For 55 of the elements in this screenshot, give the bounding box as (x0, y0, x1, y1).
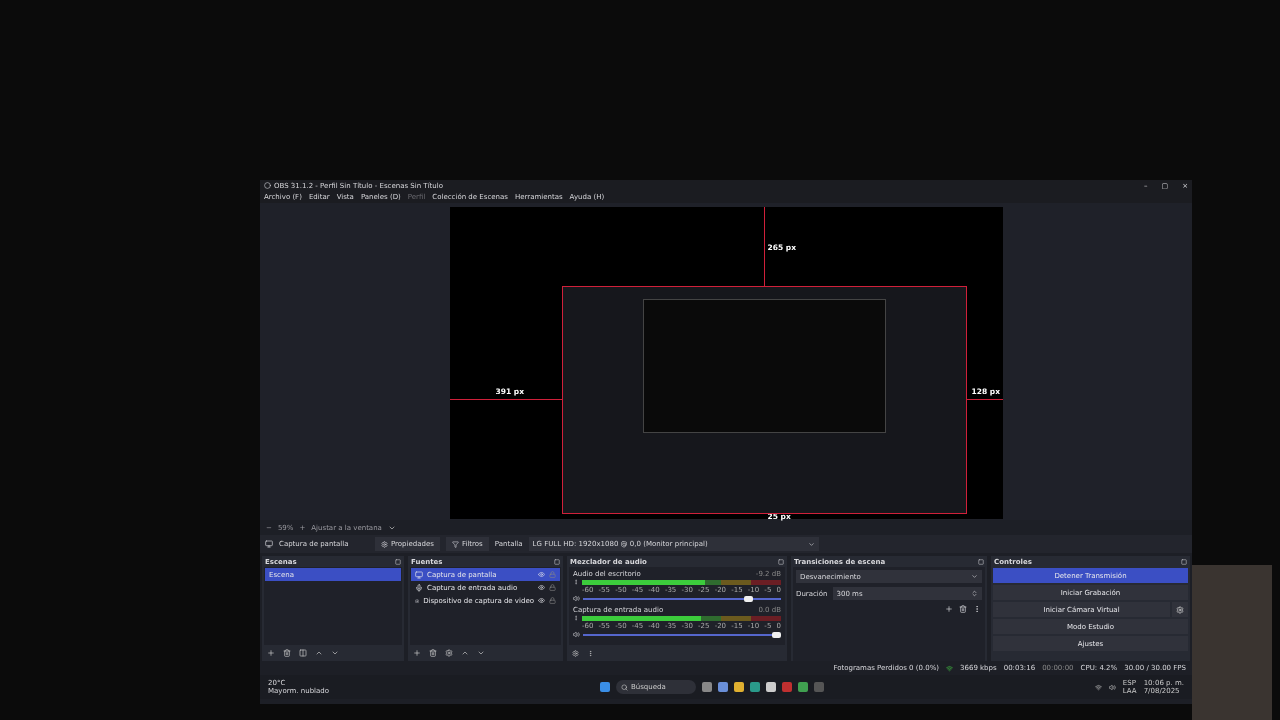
undock-icon (978, 558, 984, 565)
caret-icon (971, 573, 978, 580)
add-icon (945, 605, 953, 613)
spinner-icon (971, 590, 978, 597)
app-icon[interactable] (701, 682, 712, 692)
eye-icon (538, 571, 545, 578)
app-icon[interactable] (749, 682, 760, 692)
gear-icon (381, 540, 388, 548)
speaker-icon (573, 595, 580, 602)
menu-dots-icon (973, 605, 981, 613)
menu-dots-icon (573, 615, 579, 621)
volume-slider[interactable] (583, 597, 781, 600)
microphone-icon (415, 583, 423, 592)
camera-icon (415, 596, 420, 605)
trash-icon (283, 649, 291, 657)
up-icon (461, 649, 469, 657)
app-icon[interactable] (797, 682, 808, 692)
app-icon[interactable] (717, 682, 728, 692)
volume-thumb[interactable] (772, 631, 781, 638)
undock-icon (1181, 558, 1187, 565)
volume-slider[interactable] (583, 633, 781, 636)
folder-icon[interactable] (733, 682, 744, 692)
eye-icon (538, 597, 545, 604)
filter-icon (451, 540, 459, 548)
add-icon (413, 649, 421, 657)
lock-icon (549, 571, 556, 578)
speaker-icon (1108, 683, 1116, 691)
undock-icon (395, 558, 401, 565)
gear-icon (445, 649, 453, 657)
start-icon[interactable] (599, 682, 610, 692)
settings-button[interactable] (1172, 602, 1188, 617)
speaker-icon (573, 631, 580, 638)
gear-icon (572, 649, 579, 657)
down-icon (477, 649, 485, 657)
search-icon (620, 683, 628, 691)
monitor-icon (265, 540, 273, 548)
eye-icon (538, 584, 545, 591)
undock-icon (778, 558, 784, 565)
volume-thumb[interactable] (744, 595, 754, 602)
up-icon (315, 649, 323, 657)
undock-icon (554, 558, 560, 565)
add-icon (267, 649, 275, 657)
monitor-icon (415, 570, 423, 579)
columns-icon (299, 649, 307, 657)
trash-icon (959, 605, 967, 613)
lock-icon (549, 584, 556, 591)
gear-icon (1176, 605, 1184, 614)
wifi-icon (1094, 683, 1102, 691)
down-icon (331, 649, 339, 657)
trash-icon (429, 649, 437, 657)
app-icon[interactable] (765, 682, 776, 692)
caret-icon (807, 540, 815, 548)
menu-dots-icon (573, 579, 579, 585)
lock-icon (549, 597, 556, 604)
signal-icon (946, 664, 954, 672)
